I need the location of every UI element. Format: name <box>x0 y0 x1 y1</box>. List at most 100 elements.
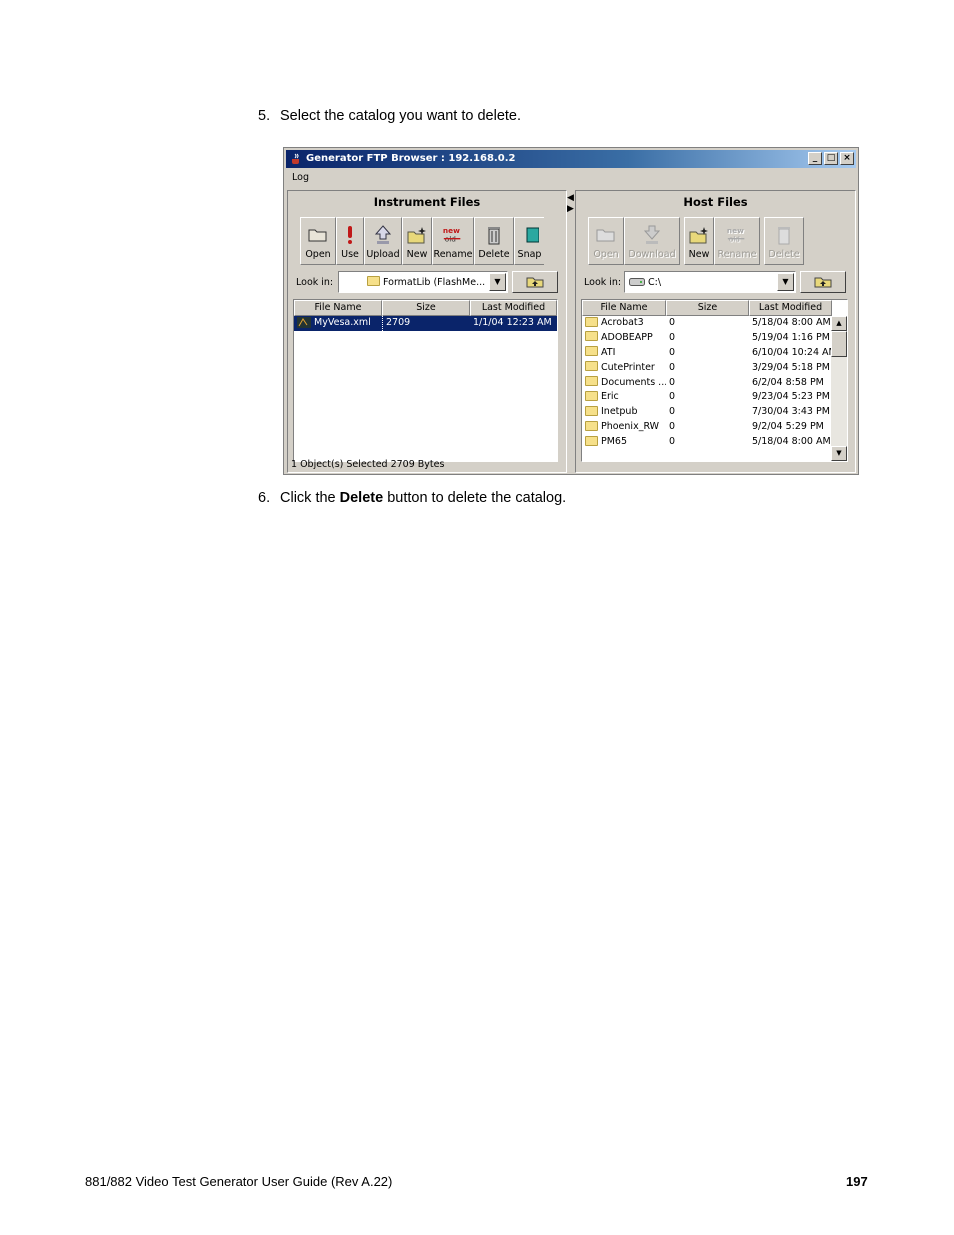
drive-icon <box>629 278 645 286</box>
folder-icon <box>585 420 598 431</box>
table-row[interactable]: Documents ... 0 6/2/04 8:58 PM <box>582 376 847 391</box>
close-button[interactable]: × <box>840 152 854 165</box>
collapse-left-icon[interactable]: ◀ <box>567 193 575 204</box>
step-number: 5. <box>258 108 271 124</box>
folder-icon <box>585 435 598 446</box>
look-in-combo[interactable]: C:\ ▼ <box>624 271 796 293</box>
minimize-button[interactable]: _ <box>808 152 822 165</box>
footer-title: 881/882 Video Test Generator User Guide … <box>85 1174 393 1189</box>
folder-open-icon <box>595 224 617 246</box>
folder-icon <box>585 316 598 327</box>
instrument-files-pane: Instrument Files Open Use Upload New new… <box>287 190 567 473</box>
delete-emphasis: Delete <box>339 490 384 506</box>
menu-log[interactable]: Log <box>292 172 309 183</box>
host-rows: Acrobat3 0 5/18/04 8:00 AM ADOBEAPP 0 5/19/04… <box>582 316 847 450</box>
vertical-scrollbar[interactable]: ▲ ▼ <box>831 316 847 461</box>
host-toolbar: Open Download New new old Rename Delete <box>588 217 804 265</box>
instrument-look-in: Look in: FormatLib (FlashMe... ▼ <box>296 271 558 293</box>
table-header: File Name Size Last Modified <box>294 300 557 316</box>
collapse-right-icon[interactable]: ▶ <box>567 204 575 215</box>
upload-icon <box>372 224 394 246</box>
rename-button[interactable]: new old Rename <box>714 217 760 265</box>
trash-icon <box>483 224 505 246</box>
ftp-browser-window: Generator FTP Browser : 192.168.0.2 _ □ … <box>283 147 859 475</box>
instrument-toolbar: Open Use Upload New new old Rename Delete <box>300 217 544 265</box>
use-button[interactable]: Use <box>336 217 364 265</box>
snap-button[interactable]: Snap <box>514 217 544 265</box>
rename-icon: new old <box>726 224 748 246</box>
host-file-table: File Name Size Last Modified Acrobat3 0 5/… <box>581 299 848 462</box>
dropdown-arrow-icon[interactable]: ▼ <box>777 273 794 291</box>
folder-icon <box>367 276 380 286</box>
window-title: Generator FTP Browser : 192.168.0.2 <box>306 153 516 164</box>
up-folder-icon <box>814 277 832 288</box>
open-button[interactable]: Open <box>588 217 624 265</box>
split-divider[interactable]: ◀ ▶ <box>567 193 575 215</box>
host-files-pane: Host Files Open Download New new old Rena… <box>575 190 856 473</box>
menubar: Log <box>288 170 309 186</box>
maximize-button[interactable]: □ <box>824 152 838 165</box>
scroll-thumb[interactable] <box>831 331 847 357</box>
pane-title: Instrument Files <box>373 195 481 209</box>
table-row[interactable]: PM65 0 5/18/04 8:00 AM <box>582 435 847 450</box>
host-look-in: Look in: C:\ ▼ <box>584 271 846 293</box>
up-folder-button[interactable] <box>512 271 558 293</box>
download-button[interactable]: Download <box>624 217 680 265</box>
table-row[interactable]: Eric 0 9/23/04 5:23 PM <box>582 390 847 405</box>
table-row[interactable]: Phoenix_RW 0 9/2/04 5:29 PM <box>582 420 847 435</box>
new-button[interactable]: New <box>684 217 714 265</box>
column-file-name[interactable]: File Name <box>294 300 382 316</box>
up-folder-button[interactable] <box>800 271 846 293</box>
instrument-file-table: File Name Size Last Modified MyVesa.xml … <box>293 299 558 462</box>
step-6: 6. Click the Delete button to delete the … <box>258 490 567 506</box>
snapshot-icon <box>519 224 541 246</box>
table-row[interactable]: ADOBEAPP 0 5/19/04 1:16 PM <box>582 331 847 346</box>
upload-button[interactable]: Upload <box>364 217 402 265</box>
table-row[interactable]: MyVesa.xml 2709 1/1/04 12:23 AM <box>294 316 557 331</box>
folder-icon <box>585 376 598 387</box>
folder-icon <box>585 361 598 372</box>
folder-open-icon <box>307 224 329 246</box>
folder-icon <box>585 390 598 401</box>
up-folder-icon <box>526 277 544 288</box>
scroll-up-icon[interactable]: ▲ <box>831 316 847 331</box>
new-folder-icon <box>406 224 428 246</box>
look-in-label: Look in: <box>584 276 622 288</box>
table-row[interactable]: CutePrinter 0 3/29/04 5:18 PM <box>582 361 847 376</box>
column-size[interactable]: Size <box>382 300 470 316</box>
table-row[interactable]: ATI 0 6/10/04 10:24 AM <box>582 346 847 361</box>
pane-title: Host Files <box>683 195 748 209</box>
look-in-value: FormatLib (FlashMe... <box>383 276 486 288</box>
table-header: File Name Size Last Modified <box>582 300 847 316</box>
look-in-value: C:\ <box>648 276 662 288</box>
rename-icon: new old <box>442 224 464 246</box>
status-text: 1 Object(s) Selected 2709 Bytes <box>291 459 445 470</box>
column-file-name[interactable]: File Name <box>582 300 666 316</box>
format-file-icon <box>297 317 311 328</box>
folder-icon <box>585 346 598 357</box>
look-in-label: Look in: <box>296 276 334 288</box>
step-text: Select the catalog you want to delete. <box>280 108 522 124</box>
column-size[interactable]: Size <box>666 300 749 316</box>
download-icon <box>641 224 663 246</box>
table-row[interactable]: Inetpub 0 7/30/04 3:43 PM <box>582 405 847 420</box>
java-cup-icon <box>292 153 299 164</box>
exclamation-icon <box>339 224 361 246</box>
folder-icon <box>585 405 598 416</box>
new-button[interactable]: New <box>402 217 432 265</box>
delete-button[interactable]: Delete <box>474 217 514 265</box>
table-row[interactable]: Acrobat3 0 5/18/04 8:00 AM <box>582 316 847 331</box>
column-last-modified[interactable]: Last Modified <box>749 300 832 316</box>
delete-button[interactable]: Delete <box>764 217 804 265</box>
folder-icon <box>585 331 598 342</box>
scroll-down-icon[interactable]: ▼ <box>831 446 847 461</box>
column-last-modified[interactable]: Last Modified <box>470 300 557 316</box>
rename-button[interactable]: new old Rename <box>432 217 474 265</box>
dropdown-arrow-icon[interactable]: ▼ <box>489 273 506 291</box>
new-folder-icon <box>688 224 710 246</box>
open-button[interactable]: Open <box>300 217 336 265</box>
trash-icon <box>773 224 795 246</box>
look-in-combo[interactable]: FormatLib (FlashMe... ▼ <box>338 271 508 293</box>
window-titlebar[interactable]: Generator FTP Browser : 192.168.0.2 _ □ … <box>286 150 856 168</box>
page-number: 197 <box>846 1174 868 1189</box>
